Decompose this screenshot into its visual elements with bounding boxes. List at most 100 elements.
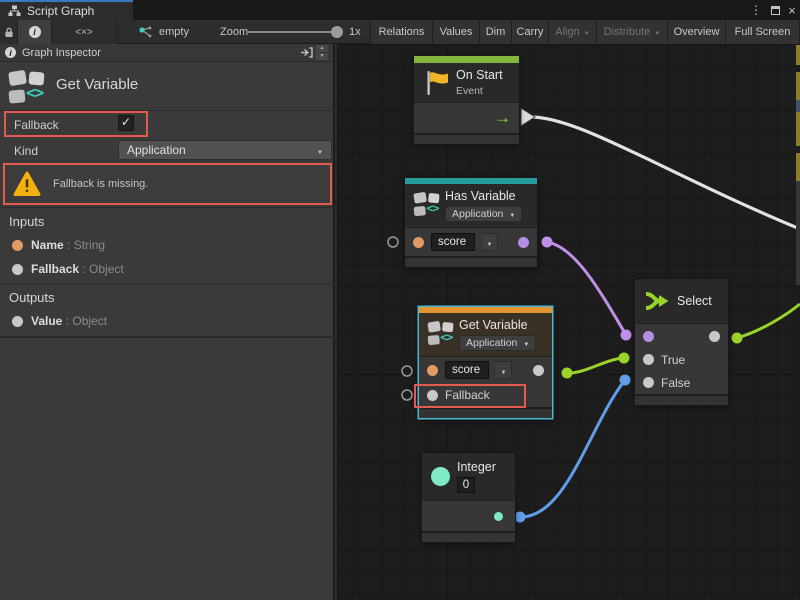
annotation-fallback-checkbox xyxy=(4,111,148,137)
node-select[interactable]: Select True False xyxy=(635,279,728,405)
kind-value: Application xyxy=(466,337,517,349)
script-graph-window: Script Graph ⋮ × i <×> empty xyxy=(0,0,800,600)
code-preview-button[interactable]: <×> xyxy=(52,20,117,44)
object-port-icon xyxy=(12,316,23,327)
warning-box: Fallback is missing. xyxy=(3,163,332,205)
open-port-icon xyxy=(388,237,398,247)
full-screen-button[interactable]: Full Screen xyxy=(726,20,800,44)
warning-text: Fallback is missing. xyxy=(53,178,148,190)
node-title: Select xyxy=(677,294,712,308)
wire-select-output xyxy=(737,304,800,338)
flow-output-port[interactable] xyxy=(494,108,511,128)
zoom-label: Zoom xyxy=(220,20,248,44)
lock-button[interactable] xyxy=(0,20,18,44)
node-integer[interactable]: Integer 0 xyxy=(422,453,515,542)
dock-panel-icon[interactable] xyxy=(300,47,313,58)
align-label: Align xyxy=(555,26,579,38)
value-output-port[interactable] xyxy=(494,512,503,521)
bool-output-port[interactable] xyxy=(518,237,529,248)
node-title: Has Variable xyxy=(445,189,522,203)
variable-name-field[interactable]: score xyxy=(445,361,489,379)
offscreen-node-edge xyxy=(796,72,800,100)
selection-output-port[interactable] xyxy=(709,331,720,342)
wire-true xyxy=(567,358,624,373)
variable-icon: <> xyxy=(428,321,450,340)
port-type: : String xyxy=(67,238,105,252)
kind-field-label: Kind xyxy=(14,144,38,158)
distribute-button[interactable]: Distribute xyxy=(597,20,668,44)
node-body: score xyxy=(405,227,537,256)
zoom-slider-handle[interactable] xyxy=(331,26,343,38)
node-footer xyxy=(422,531,515,542)
event-color-bar xyxy=(414,56,519,63)
offscreen-node-edge xyxy=(796,45,800,65)
node-footer xyxy=(635,394,728,405)
offscreen-node-edge xyxy=(796,112,800,146)
variable-name-field[interactable]: score xyxy=(431,233,475,251)
node-title: Integer xyxy=(457,460,496,474)
inspector-header: i Graph Inspector ▲ ▼ xyxy=(0,44,333,62)
overview-button[interactable]: Overview xyxy=(668,20,726,44)
tab-bar: Script Graph ⋮ × xyxy=(0,0,800,20)
zoom-slider-track[interactable] xyxy=(248,31,336,33)
inspector-toggle-button[interactable]: i xyxy=(18,20,52,44)
variable-kind-dropdown[interactable]: Application xyxy=(445,206,522,222)
window-maximize-icon[interactable] xyxy=(766,0,784,20)
open-port-icon xyxy=(402,390,412,400)
variable-kind-dropdown[interactable]: Application xyxy=(459,335,536,351)
graph-toolbar: i <×> empty Zoom 1x Relations Values Dim… xyxy=(0,20,800,44)
zoom-value: 1x xyxy=(349,20,361,44)
lock-icon xyxy=(4,27,14,38)
graph-pointer-icon xyxy=(138,26,153,38)
window-close-icon[interactable]: × xyxy=(784,0,800,20)
wire-control xyxy=(533,117,800,229)
false-port-label: False xyxy=(661,376,690,390)
code-icon: <×> xyxy=(75,27,93,38)
node-header: Integer 0 xyxy=(422,453,515,500)
flag-icon xyxy=(423,69,449,97)
node-body xyxy=(422,500,515,531)
value-output-port[interactable] xyxy=(533,365,544,376)
inspector-title: Graph Inspector xyxy=(22,47,101,59)
graph-hierarchy-icon xyxy=(8,5,21,17)
align-button[interactable]: Align xyxy=(549,20,597,44)
scroll-up-icon[interactable]: ▲ xyxy=(316,45,328,52)
dim-button[interactable]: Dim xyxy=(480,20,512,44)
false-input-port[interactable] xyxy=(643,377,654,388)
graph-context[interactable]: empty xyxy=(138,20,189,44)
name-input-port[interactable] xyxy=(413,237,424,248)
node-has-variable[interactable]: <> Has Variable Application score xyxy=(405,178,537,267)
condition-input-port[interactable] xyxy=(643,331,654,342)
chevron-down-icon xyxy=(523,337,529,349)
graph-canvas[interactable]: On Start Event <> Has Variable xyxy=(337,44,800,600)
node-header: Select xyxy=(635,279,728,323)
select-icon xyxy=(644,288,670,314)
chevron-down-icon xyxy=(584,26,590,38)
integer-value-field[interactable]: 0 xyxy=(457,477,475,493)
kind-dropdown[interactable]: Application xyxy=(118,140,332,160)
true-port-label: True xyxy=(661,353,685,367)
scroll-down-icon[interactable]: ▼ xyxy=(316,53,328,60)
true-input-port[interactable] xyxy=(643,354,654,365)
values-button[interactable]: Values xyxy=(433,20,480,44)
node-title: Get Variable xyxy=(459,318,536,332)
carry-button[interactable]: Carry xyxy=(512,20,549,44)
chevron-down-icon xyxy=(317,143,323,157)
name-input-port[interactable] xyxy=(427,365,438,376)
node-header: <> Get Variable Application xyxy=(419,313,552,356)
offscreen-node-edge xyxy=(796,181,800,285)
offscreen-node-edge xyxy=(796,100,800,112)
node-footer xyxy=(419,407,552,418)
port-type: : Object xyxy=(66,314,107,328)
annotation-fallback-port xyxy=(414,384,526,408)
relations-button[interactable]: Relations xyxy=(370,20,433,44)
variable-name-dropdown[interactable] xyxy=(482,233,498,251)
port-name: Name xyxy=(31,238,64,252)
node-footer xyxy=(405,256,537,267)
tab-script-graph[interactable]: Script Graph xyxy=(0,0,133,20)
input-row-name: Name : String xyxy=(12,238,105,252)
variable-name-dropdown[interactable] xyxy=(496,361,512,379)
port-name: Fallback xyxy=(31,262,79,276)
node-on-start[interactable]: On Start Event xyxy=(414,56,519,144)
window-menu-icon[interactable]: ⋮ xyxy=(748,0,764,20)
